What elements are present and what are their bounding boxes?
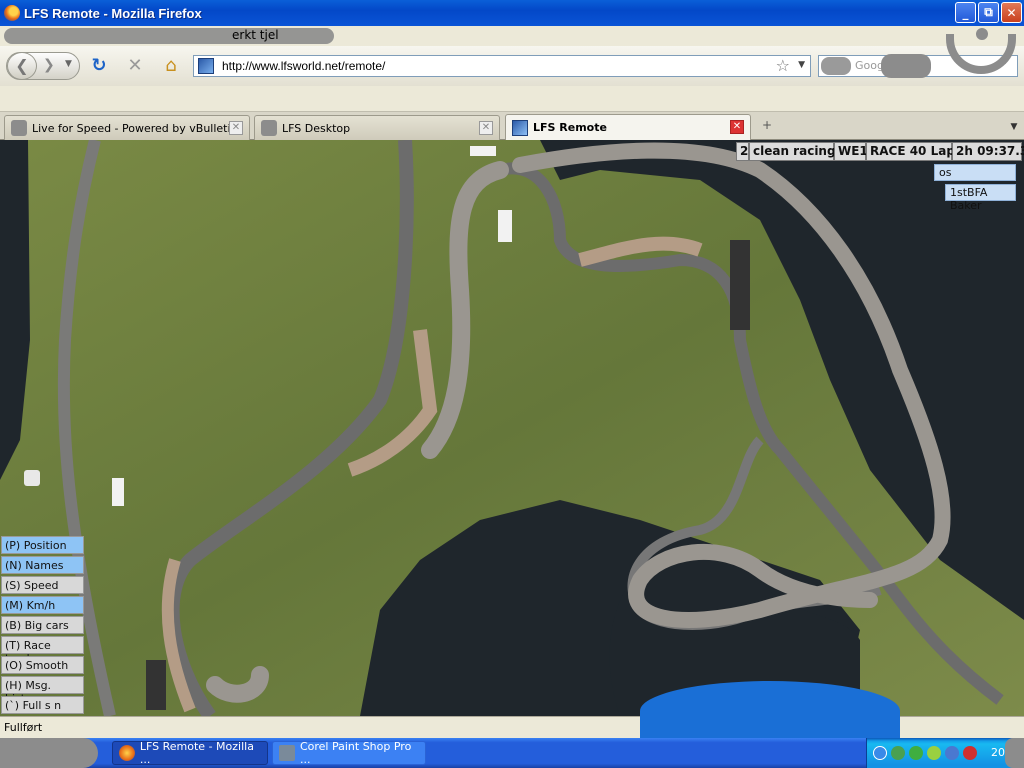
close-button[interactable]: ✕: [1001, 2, 1022, 23]
redaction-scribble: [881, 54, 931, 78]
site-favicon-icon: [198, 58, 214, 74]
hud-race: RACE 40 Laps: [866, 142, 962, 161]
firefox-icon: [119, 745, 135, 761]
track-map: [0, 140, 1024, 716]
navigation-toolbar: ❮ ❯ ▼ ↻ ✕ ⌂ http://www.lfsworld.net/remo…: [0, 46, 1024, 86]
lfs-favicon-icon: [512, 119, 528, 136]
back-forward-group: ❮ ❯ ▼: [6, 52, 80, 80]
new-tab-button[interactable]: +: [756, 118, 778, 138]
home-icon[interactable]: ⌂: [160, 56, 182, 78]
tab-favicon-icon: [11, 120, 27, 136]
tab-lfs-remote[interactable]: LFS Remote ✕: [505, 114, 751, 140]
address-url[interactable]: http://www.lfsworld.net/remote/: [222, 59, 385, 73]
redaction-scribble: [1005, 738, 1024, 768]
forward-arrow-icon[interactable]: ❯: [43, 57, 55, 73]
redaction-scribble: [4, 28, 334, 44]
taskbar-item-label: LFS Remote - Mozilla ...: [139, 740, 254, 766]
pit-building: [470, 146, 496, 156]
window-titlebar: LFS Remote - Mozilla Firefox _ ⧉ ✕: [0, 0, 1024, 26]
option-full-screen[interactable]: (`) Full s n: [1, 696, 84, 714]
paint-shop-icon: [279, 745, 295, 761]
search-placeholder: Goog: [855, 59, 884, 72]
security-shield-icon[interactable]: [963, 746, 977, 760]
tab-vbulletin[interactable]: Live for Speed - Powered by vBulletin ✕: [4, 115, 250, 140]
reload-icon[interactable]: ↻: [88, 56, 110, 78]
antivirus-icon[interactable]: [909, 746, 923, 760]
tab-label: LFS Remote: [533, 121, 607, 134]
smiley-scribble: [940, 28, 1020, 78]
player-entry[interactable]: os: [934, 164, 1016, 181]
back-arrow-icon[interactable]: ❮: [7, 52, 37, 80]
menu-bar: erkt tjel: [0, 26, 1024, 46]
tab-bar: Live for Speed - Powered by vBulletin ✕ …: [0, 112, 1024, 140]
hud-time: 2h 09:37.32: [952, 142, 1024, 161]
volume-icon[interactable]: [945, 746, 959, 760]
taskbar: LFS Remote - Mozilla ... Corel Paint Sho…: [0, 738, 1024, 768]
player-entry[interactable]: 1stBFA Baker: [945, 184, 1016, 212]
maximize-button[interactable]: ⧉: [978, 2, 999, 23]
window-controls: _ ⧉ ✕: [955, 2, 1022, 23]
option-kmh[interactable]: (M) Km/h: [1, 596, 84, 614]
network-icon[interactable]: [891, 746, 905, 760]
drawn-scribble: [640, 681, 900, 741]
pit-garages: [730, 240, 750, 330]
tab-list-dropdown-icon[interactable]: ▼: [1006, 117, 1022, 137]
url-dropdown-icon[interactable]: ▼: [798, 60, 805, 70]
minimize-button[interactable]: _: [955, 2, 976, 23]
tab-close-icon[interactable]: ✕: [479, 121, 493, 135]
lfs-remote-map[interactable]: [0, 140, 1024, 716]
taskbar-item-label: Corel Paint Shop Pro ...: [299, 740, 412, 766]
start-button[interactable]: [0, 738, 98, 768]
map-marker[interactable]: [24, 470, 40, 486]
option-big-cars[interactable]: (B) Big cars: [1, 616, 84, 634]
option-position[interactable]: (P) Position: [1, 536, 84, 554]
window-title: LFS Remote - Mozilla Firefox: [24, 5, 202, 21]
address-bar[interactable]: http://www.lfsworld.net/remote/ ☆ ▼: [193, 55, 811, 77]
tab-favicon-icon: [261, 120, 277, 136]
tab-close-icon[interactable]: ✕: [730, 120, 744, 134]
history-dropdown-icon[interactable]: ▼: [65, 59, 72, 69]
tab-label: Live for Speed - Powered by vBulletin: [32, 121, 238, 135]
firefox-logo-icon: [4, 5, 20, 21]
option-race-track[interactable]: (T) Race track: [1, 636, 84, 665]
tab-lfs-desktop[interactable]: LFS Desktop ✕: [254, 115, 500, 140]
option-smooth-map[interactable]: (O) Smooth map: [1, 656, 84, 685]
hud-track: WE1: [834, 142, 868, 161]
option-speed[interactable]: (S) Speed: [1, 576, 84, 594]
app-tray-icon[interactable]: [927, 746, 941, 760]
grandstand: [498, 210, 512, 242]
system-tray: 20:: [866, 738, 1024, 768]
pit-garages: [146, 660, 166, 710]
tray-expand-icon[interactable]: [873, 746, 887, 760]
taskbar-item-firefox[interactable]: LFS Remote - Mozilla ...: [112, 740, 268, 766]
menu-bar-text[interactable]: erkt tjel: [232, 28, 279, 42]
status-text: Fullført: [4, 721, 43, 734]
bookmarks-toolbar: [0, 86, 1024, 112]
status-bar: Fullført: [0, 681, 1024, 741]
hud-server: clean racing 3: [749, 142, 848, 161]
stop-icon[interactable]: ✕: [124, 56, 146, 78]
grandstand: [112, 478, 124, 506]
taskbar-item-paintshop[interactable]: Corel Paint Shop Pro ...: [272, 740, 426, 766]
option-names[interactable]: (N) Names: [1, 556, 84, 574]
tab-label: LFS Desktop: [282, 121, 351, 135]
option-msg-history[interactable]: (H) Msg. history: [1, 676, 84, 705]
tab-close-icon[interactable]: ✕: [229, 121, 243, 135]
bookmark-star-icon[interactable]: ☆: [776, 56, 790, 75]
search-engine-icon[interactable]: [821, 57, 851, 75]
hud-position: 2: [736, 142, 749, 161]
